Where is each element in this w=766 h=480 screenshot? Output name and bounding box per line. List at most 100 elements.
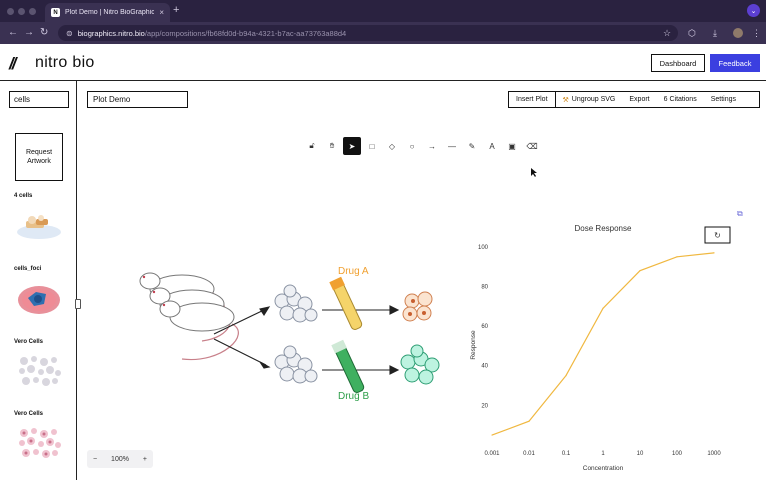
line-icon: — xyxy=(448,141,456,151)
logo-text[interactable]: nitro bio xyxy=(35,54,95,72)
bookmark-star-icon[interactable]: ☆ xyxy=(663,28,671,39)
profile-avatar[interactable] xyxy=(733,28,743,38)
x-tick-label: 0.001 xyxy=(484,451,500,457)
logo-icon[interactable]: // xyxy=(9,54,17,74)
hand-tool[interactable]: ✋︎ xyxy=(323,137,341,155)
citations-button[interactable]: 6 Citations xyxy=(657,92,704,107)
y-tick-label: 60 xyxy=(481,324,488,330)
extensions-icon[interactable]: ⬡ xyxy=(688,28,696,39)
window-minimize-dot[interactable] xyxy=(18,8,25,15)
sidebar-resize-handle[interactable] xyxy=(75,299,81,309)
ellipse-tool[interactable]: ○ xyxy=(403,137,421,155)
series-line xyxy=(491,252,715,436)
eraser-tool[interactable]: ⌫ xyxy=(523,137,541,155)
result-cluster-drug-a[interactable] xyxy=(402,291,433,322)
app: // nitro bio Dashboard Feedback cells Re… xyxy=(0,44,766,480)
ungroup-svg-button[interactable]: ⚒ Ungroup SVG xyxy=(556,92,623,107)
tab-favicon: N xyxy=(51,8,60,17)
asset-thumbnail-vero-cells-stained[interactable] xyxy=(14,425,64,461)
text-tool[interactable]: A xyxy=(483,137,501,155)
eraser-icon: ⌫ xyxy=(526,141,538,151)
x-tick-label: 1 xyxy=(601,451,605,457)
arrow-tool[interactable]: → xyxy=(423,137,441,155)
insert-plot-button[interactable]: Insert Plot xyxy=(509,92,556,107)
tab-title: Plot Demo | Nitro BioGraphics xyxy=(65,9,155,16)
arrow-icon: → xyxy=(428,141,436,151)
drug-a-tube[interactable] xyxy=(329,276,363,331)
x-tick-label: 1000 xyxy=(707,451,721,457)
cell-cluster-bottom[interactable] xyxy=(274,345,318,384)
y-tick-label: 20 xyxy=(481,403,488,409)
settings-label: Settings xyxy=(710,96,736,103)
forward-icon[interactable]: → xyxy=(24,27,34,39)
asset-thumbnail-vero-cells[interactable] xyxy=(14,353,64,389)
image-icon: ▣ xyxy=(508,141,516,151)
download-icon[interactable]: ⤓ xyxy=(713,28,717,39)
x-tick-label: 0.01 xyxy=(523,451,535,457)
x-tick-label: 0.1 xyxy=(562,451,571,457)
reload-icon[interactable]: ↻ xyxy=(40,27,48,39)
asset-thumbnail-4-cells[interactable] xyxy=(14,208,64,244)
line-tool[interactable]: — xyxy=(443,137,461,155)
image-tool[interactable]: ▣ xyxy=(503,137,521,155)
url-host: biographics.nitro.bio xyxy=(77,28,145,38)
drug-b-tube[interactable] xyxy=(331,339,365,394)
url-field[interactable]: ⊜ biographics.nitro.bio/app/compositions… xyxy=(58,25,678,41)
url-path: /app/compositions/fb68fd0d-b94a-4321-b7a… xyxy=(144,28,347,38)
y-tick-label: 100 xyxy=(478,245,489,251)
chart-title: Dose Response xyxy=(575,224,632,233)
export-button[interactable]: Export xyxy=(622,92,656,107)
cell-cluster-top[interactable] xyxy=(274,284,318,323)
drug-b-label[interactable]: Drug B xyxy=(338,391,369,402)
reset-icon: ↻ xyxy=(714,231,721,240)
asset-label: 4 cells xyxy=(14,193,33,199)
canvas[interactable]: Drug A Drug B Dose Response Concentratio… xyxy=(82,159,766,480)
chart-x-axis-label: Concentration xyxy=(583,465,624,472)
select-tool[interactable]: ➤ xyxy=(343,137,361,155)
reset-chart-button[interactable]: ↻ xyxy=(704,226,731,244)
dose-response-chart[interactable]: Dose Response Concentration Response 0.0… xyxy=(470,224,721,472)
request-artwork-button[interactable]: Request Artwork xyxy=(15,133,63,181)
asset-search-input[interactable]: cells xyxy=(9,91,69,108)
back-icon[interactable]: ← xyxy=(8,27,18,39)
asset-thumbnail-cells-foci[interactable] xyxy=(14,280,64,316)
mice-illustration[interactable] xyxy=(139,272,239,361)
asset-label: Vero Cells xyxy=(14,411,44,417)
window-close-dot[interactable] xyxy=(7,8,14,15)
document-title-input[interactable]: Plot Demo xyxy=(87,91,188,108)
data-point xyxy=(491,434,493,436)
insert-plot-label: Insert Plot xyxy=(516,96,548,103)
data-point xyxy=(676,256,678,258)
dashboard-button[interactable]: Dashboard xyxy=(651,54,705,72)
new-tab-icon[interactable]: + xyxy=(173,4,179,16)
zoom-out-button[interactable]: − xyxy=(93,456,97,463)
zoom-in-button[interactable]: + xyxy=(143,456,147,463)
ungroup-icon: ⚒ xyxy=(562,96,569,104)
settings-button[interactable]: Settings xyxy=(704,92,743,107)
text-icon: A xyxy=(489,141,495,151)
hand-icon: ✋︎ xyxy=(329,141,335,150)
data-point xyxy=(602,307,604,309)
citations-label: 6 Citations xyxy=(663,96,697,103)
x-tick-label: 10 xyxy=(637,451,644,457)
lock-tool[interactable]: 🔓︎ xyxy=(303,137,321,155)
data-point xyxy=(528,420,530,422)
browser-menu-icon[interactable]: ⋮ xyxy=(752,28,761,39)
export-label: Export xyxy=(629,96,650,103)
window-maximize-dot[interactable] xyxy=(29,8,36,15)
drug-a-label[interactable]: Drug A xyxy=(338,266,369,277)
asset-label: cells_foci xyxy=(14,266,42,272)
pencil-tool[interactable]: ✎ xyxy=(463,137,481,155)
diamond-tool[interactable]: ◇ xyxy=(383,137,401,155)
site-info-icon[interactable]: ⊜ xyxy=(66,29,73,38)
data-point xyxy=(713,252,715,254)
browser-tab-bar: N Plot Demo | Nitro BioGraphics × + ⌄ xyxy=(0,0,766,22)
tab-close-icon[interactable]: × xyxy=(159,8,164,17)
diamond-icon: ◇ xyxy=(388,141,396,151)
rectangle-tool[interactable]: □ xyxy=(363,137,381,155)
tab-search-icon[interactable]: ⌄ xyxy=(747,4,760,17)
browser-tab[interactable]: N Plot Demo | Nitro BioGraphics × xyxy=(45,3,170,22)
asset-sidebar: cells Request Artwork 4 cells cells_foci… xyxy=(0,81,77,480)
feedback-button[interactable]: Feedback xyxy=(710,54,760,72)
result-cluster-drug-b[interactable] xyxy=(400,344,440,385)
